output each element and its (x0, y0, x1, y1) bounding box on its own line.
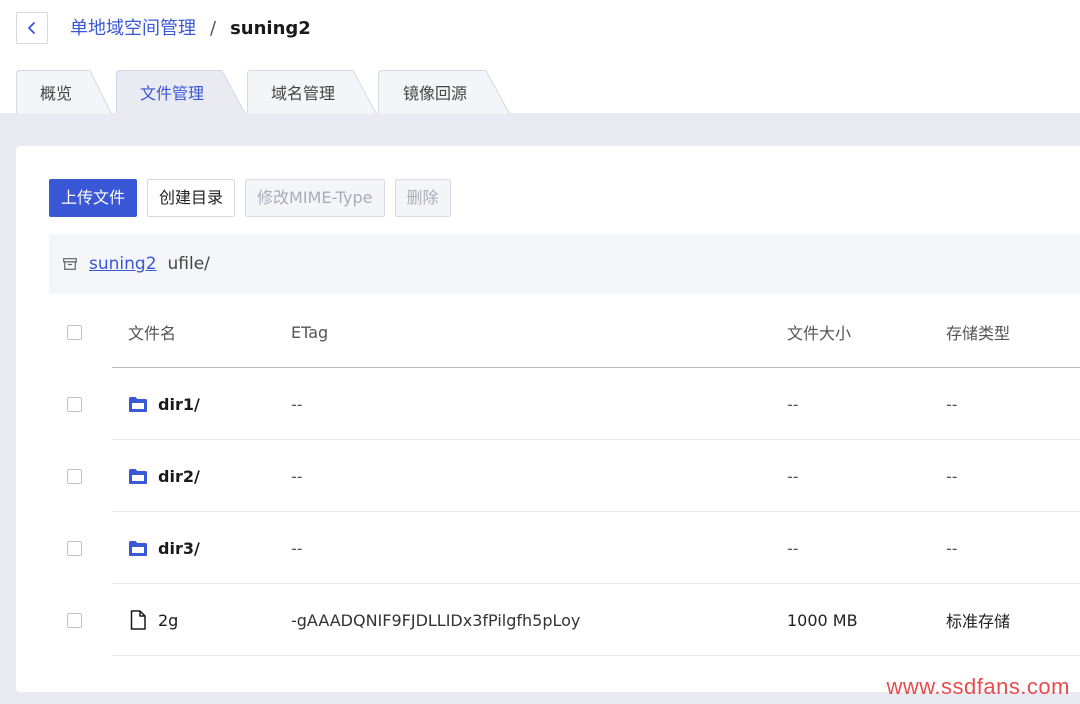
storage-type-cell: 标准存储 (946, 612, 1011, 631)
divider (112, 655, 1080, 656)
table-row: dir1/ -- -- -- (16, 368, 1080, 440)
path-prefix: ufile/ (167, 254, 210, 274)
folder-icon (129, 396, 147, 412)
breadcrumb: 单地域空间管理 / suning2 (70, 17, 311, 41)
table-row: 2g -gAAADQNIF9FJDLLIDx3fPilgfh5pLoy 1000… (16, 584, 1080, 656)
path-bucket-link[interactable]: suning2 (89, 254, 157, 274)
delete-button[interactable]: 删除 (394, 179, 451, 217)
upload-file-button[interactable]: 上传文件 (49, 179, 138, 217)
tab-file-management[interactable]: 文件管理 (116, 70, 246, 114)
watermark: www.ssdfans.com (886, 674, 1070, 699)
toolbar: 上传文件 创建目录 修改MIME-Type 删除 (49, 179, 451, 217)
size-cell: -- (787, 466, 799, 486)
row-checkbox[interactable] (67, 468, 82, 484)
breadcrumb-separator: / (210, 18, 217, 39)
breadcrumb-parent-link[interactable]: 单地域空间管理 (70, 17, 196, 41)
column-header-storage-type: 存储类型 (946, 324, 1011, 343)
storage-type-cell: -- (946, 466, 958, 486)
table-row: dir3/ -- -- -- (16, 512, 1080, 584)
folder-icon (129, 540, 147, 556)
row-checkbox[interactable] (67, 540, 82, 556)
select-all-checkbox[interactable] (67, 324, 82, 340)
column-header-filename: 文件名 (128, 324, 177, 343)
modify-mime-type-button[interactable]: 修改MIME-Type (245, 179, 385, 217)
back-button[interactable] (16, 12, 48, 44)
archive-icon (63, 258, 77, 270)
column-header-size: 文件大小 (787, 324, 852, 343)
size-cell: -- (787, 394, 799, 414)
row-checkbox[interactable] (67, 612, 82, 628)
storage-type-cell: -- (946, 394, 958, 414)
table-row: dir2/ -- -- -- (16, 440, 1080, 512)
create-directory-button[interactable]: 创建目录 (147, 179, 236, 217)
etag-cell: -gAAADQNIF9FJDLLIDx3fPilgfh5pLoy (291, 610, 581, 630)
chevron-left-icon (28, 22, 35, 34)
tab-domain-management[interactable]: 域名管理 (247, 70, 377, 114)
folder-icon (129, 468, 147, 484)
path-breadcrumb-bar: suning2 ufile/ (49, 234, 1080, 294)
folder-name-link[interactable]: dir1/ (158, 395, 200, 414)
folder-name-link[interactable]: dir2/ (158, 467, 200, 486)
file-management-panel: 上传文件 创建目录 修改MIME-Type 删除 suning2 ufile/ … (16, 146, 1080, 692)
tab-overview[interactable]: 概览 (16, 70, 112, 114)
page-header: 单地域空间管理 / suning2 (0, 0, 1080, 72)
tab-mirror-origin[interactable]: 镜像回源 (378, 70, 510, 114)
breadcrumb-current: suning2 (230, 18, 311, 39)
size-cell: 1000 MB (787, 610, 858, 630)
etag-cell: -- (291, 466, 303, 486)
storage-type-cell: -- (946, 538, 958, 558)
etag-cell: -- (291, 538, 303, 558)
file-name-link[interactable]: 2g (158, 611, 178, 630)
row-checkbox[interactable] (67, 396, 82, 412)
folder-name-link[interactable]: dir3/ (158, 539, 200, 558)
etag-cell: -- (291, 394, 303, 414)
file-icon (130, 610, 146, 630)
column-header-etag: ETag (291, 322, 329, 342)
table-header-row: 文件名 ETag 文件大小 存储类型 (16, 296, 1080, 368)
size-cell: -- (787, 538, 799, 558)
